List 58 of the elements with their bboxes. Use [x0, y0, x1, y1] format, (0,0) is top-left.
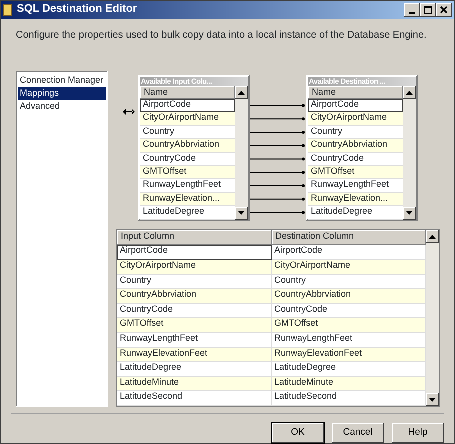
table-cell: LatitudeMinute — [272, 376, 426, 392]
list-item[interactable]: GMTOffset — [140, 166, 235, 180]
list-item[interactable]: RunwayElevation... — [308, 192, 403, 206]
minimize-button[interactable] — [404, 3, 420, 17]
table-cell: LatitudeSecond — [117, 391, 272, 406]
window-title: SQL Destination Editor — [17, 3, 138, 17]
scrollbar[interactable] — [426, 230, 439, 406]
column-header[interactable]: Destination Column — [272, 230, 426, 246]
up-arrow-icon — [406, 90, 413, 94]
list-item[interactable]: CityOrAirportName — [308, 112, 403, 126]
dialog-button[interactable]: Cancel — [332, 423, 384, 443]
scroll-down-button[interactable] — [426, 393, 439, 406]
table-cell: CityOrAirportName — [272, 260, 426, 275]
scroll-up-button[interactable] — [426, 230, 439, 244]
scrollbar[interactable] — [235, 86, 248, 220]
scroll-up-button[interactable] — [403, 86, 416, 99]
table-cell: GMTOffset — [272, 318, 426, 334]
column-header[interactable]: Input Column — [117, 230, 272, 246]
table-cell: CountryAbbrviation — [272, 289, 426, 304]
close-icon — [439, 5, 449, 15]
scroll-down-button[interactable] — [403, 206, 416, 220]
list-item[interactable]: AirportCode — [308, 99, 403, 112]
up-arrow-icon — [429, 234, 436, 239]
column-header: Name — [140, 86, 235, 99]
list-item[interactable]: CountryAbbrviation — [140, 139, 235, 153]
list-item[interactable]: AirportCode — [140, 99, 235, 112]
list-item[interactable]: GMTOffset — [308, 166, 403, 180]
table-cell: RunwayElevationFeet — [117, 348, 272, 362]
up-arrow-icon — [238, 90, 245, 94]
dialog-button[interactable]: Help — [392, 423, 444, 443]
scroll-up-button[interactable] — [235, 86, 248, 99]
minimize-icon — [409, 12, 415, 14]
list-item[interactable]: CountryAbbrviation — [308, 139, 403, 153]
maximize-button[interactable] — [420, 3, 436, 17]
table-cell: RunwayElevationFeet — [272, 348, 426, 362]
dialog-button[interactable]: OK — [272, 423, 324, 443]
description-text: Configure the properties used to bulk copy data into a local instance of the Database Engine. — [16, 30, 427, 41]
close-button[interactable] — [436, 3, 452, 17]
table-cell: LatitudeMinute — [117, 376, 272, 392]
down-arrow-icon — [238, 211, 245, 216]
down-arrow-icon — [406, 211, 413, 216]
sidebar-item[interactable]: Mappings — [18, 86, 106, 100]
list-item[interactable]: CityOrAirportName — [140, 112, 235, 126]
document-icon — [3, 4, 13, 16]
scrollbar[interactable] — [403, 86, 416, 220]
sidebar-item[interactable]: Advanced — [18, 100, 106, 112]
table-cell: CityOrAirportName — [117, 260, 272, 275]
down-arrow-icon — [429, 398, 436, 402]
table-cell: CountryAbbrviation — [117, 289, 272, 304]
list-item[interactable]: RunwayElevation... — [140, 192, 235, 206]
sidebar-item[interactable]: Connection Manager — [18, 74, 106, 87]
table-cell: GMTOffset — [117, 318, 272, 334]
table-cell: AirportCode — [117, 245, 272, 260]
table-cell: LatitudeSecond — [272, 391, 426, 406]
resize-cursor-icon — [123, 109, 135, 115]
maximize-icon — [423, 5, 433, 15]
scroll-down-button[interactable] — [235, 206, 248, 220]
column-header: Name — [308, 86, 403, 99]
